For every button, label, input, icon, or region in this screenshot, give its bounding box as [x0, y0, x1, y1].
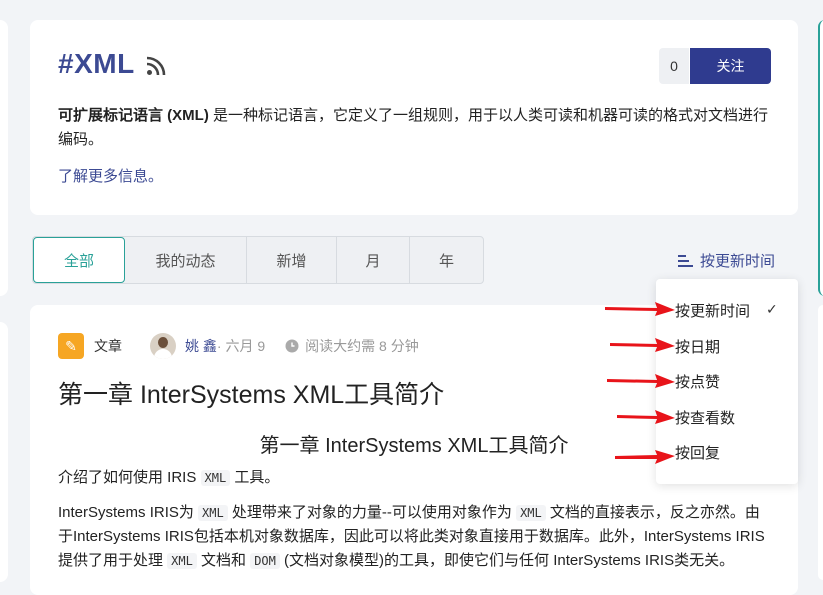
read-time: 阅读大约需 8 分钟 [305, 338, 419, 354]
red-arrow-annotation [607, 374, 675, 388]
article-title[interactable]: 第一章 InterSystems XML工具简介 [58, 375, 444, 411]
rss-icon[interactable] [146, 56, 166, 76]
right-edge-card [818, 20, 823, 296]
sort-option-updated[interactable]: 按更新时间 [675, 300, 750, 321]
red-arrow-annotation [605, 302, 675, 316]
sort-icon [678, 254, 693, 267]
article-type: 文章 [94, 338, 122, 354]
code-xml: XML [516, 505, 546, 521]
tab-month[interactable]: 月 [337, 237, 410, 283]
tag-title: #XML [58, 48, 135, 79]
red-arrow-annotation [610, 338, 675, 352]
follow-button[interactable]: 关注 [690, 48, 771, 84]
sort-current-label: 按更新时间 [700, 253, 776, 270]
sort-option-likes[interactable]: 按点赞 [675, 371, 720, 392]
tab-all[interactable]: 全部 [33, 237, 125, 283]
clock-icon [285, 339, 299, 353]
tab-new[interactable]: 新增 [247, 237, 337, 283]
code-xml: XML [198, 505, 228, 521]
red-arrow-annotation [617, 410, 675, 424]
sort-dropdown: 按更新时间 ✓ 按日期 按点赞 按查看数 按回复 [656, 279, 798, 484]
sort-option-replies[interactable]: 按回复 [675, 442, 720, 463]
tab-my-activity[interactable]: 我的动态 [125, 237, 247, 283]
follow-count: 0 [659, 48, 689, 84]
sort-option-date[interactable]: 按日期 [675, 336, 720, 357]
article-paragraph-1: 介绍了如何使用 IRIS XML 工具。 [58, 469, 280, 486]
learn-more-link[interactable]: 了解更多信息。 [58, 165, 163, 186]
pencil-icon: ✎ [58, 333, 84, 359]
right-edge-card-2 [818, 305, 823, 580]
code-xml: XML [200, 470, 231, 486]
left-edge-card-2 [0, 322, 8, 582]
avatar[interactable] [150, 333, 176, 359]
code-dom: DOM [250, 553, 280, 569]
left-edge-card [0, 20, 8, 296]
tag-header-card: #XML 0 关注 可扩展标记语言 (XML) 是一种标记语言，它定义了一组规则… [30, 20, 798, 215]
code-xml: XML [167, 553, 197, 569]
check-icon: ✓ [766, 301, 778, 317]
article-paragraph-2: InterSystems IRIS为 XML 处理带来了对象的力量--可以使用对… [58, 504, 765, 569]
tab-year[interactable]: 年 [410, 237, 483, 283]
tag-description: 可扩展标记语言 (XML) 是一种标记语言，它定义了一组规则，用于以人类可读和机… [58, 104, 778, 152]
post-date: · 六月 9 [216, 338, 266, 354]
author-name[interactable]: 姚 鑫 [185, 336, 217, 356]
sort-option-views[interactable]: 按查看数 [675, 407, 735, 428]
article-meta: ✎ 文章 姚 鑫 · 六月 9 阅读大约需 8 分钟 [58, 333, 419, 359]
filter-tabs: 全部 我的动态 新增 月 年 [32, 236, 484, 284]
sort-toggle[interactable]: 按更新时间 [678, 250, 775, 271]
tag-description-bold: 可扩展标记语言 (XML) [58, 107, 209, 124]
red-arrow-annotation [615, 450, 675, 464]
